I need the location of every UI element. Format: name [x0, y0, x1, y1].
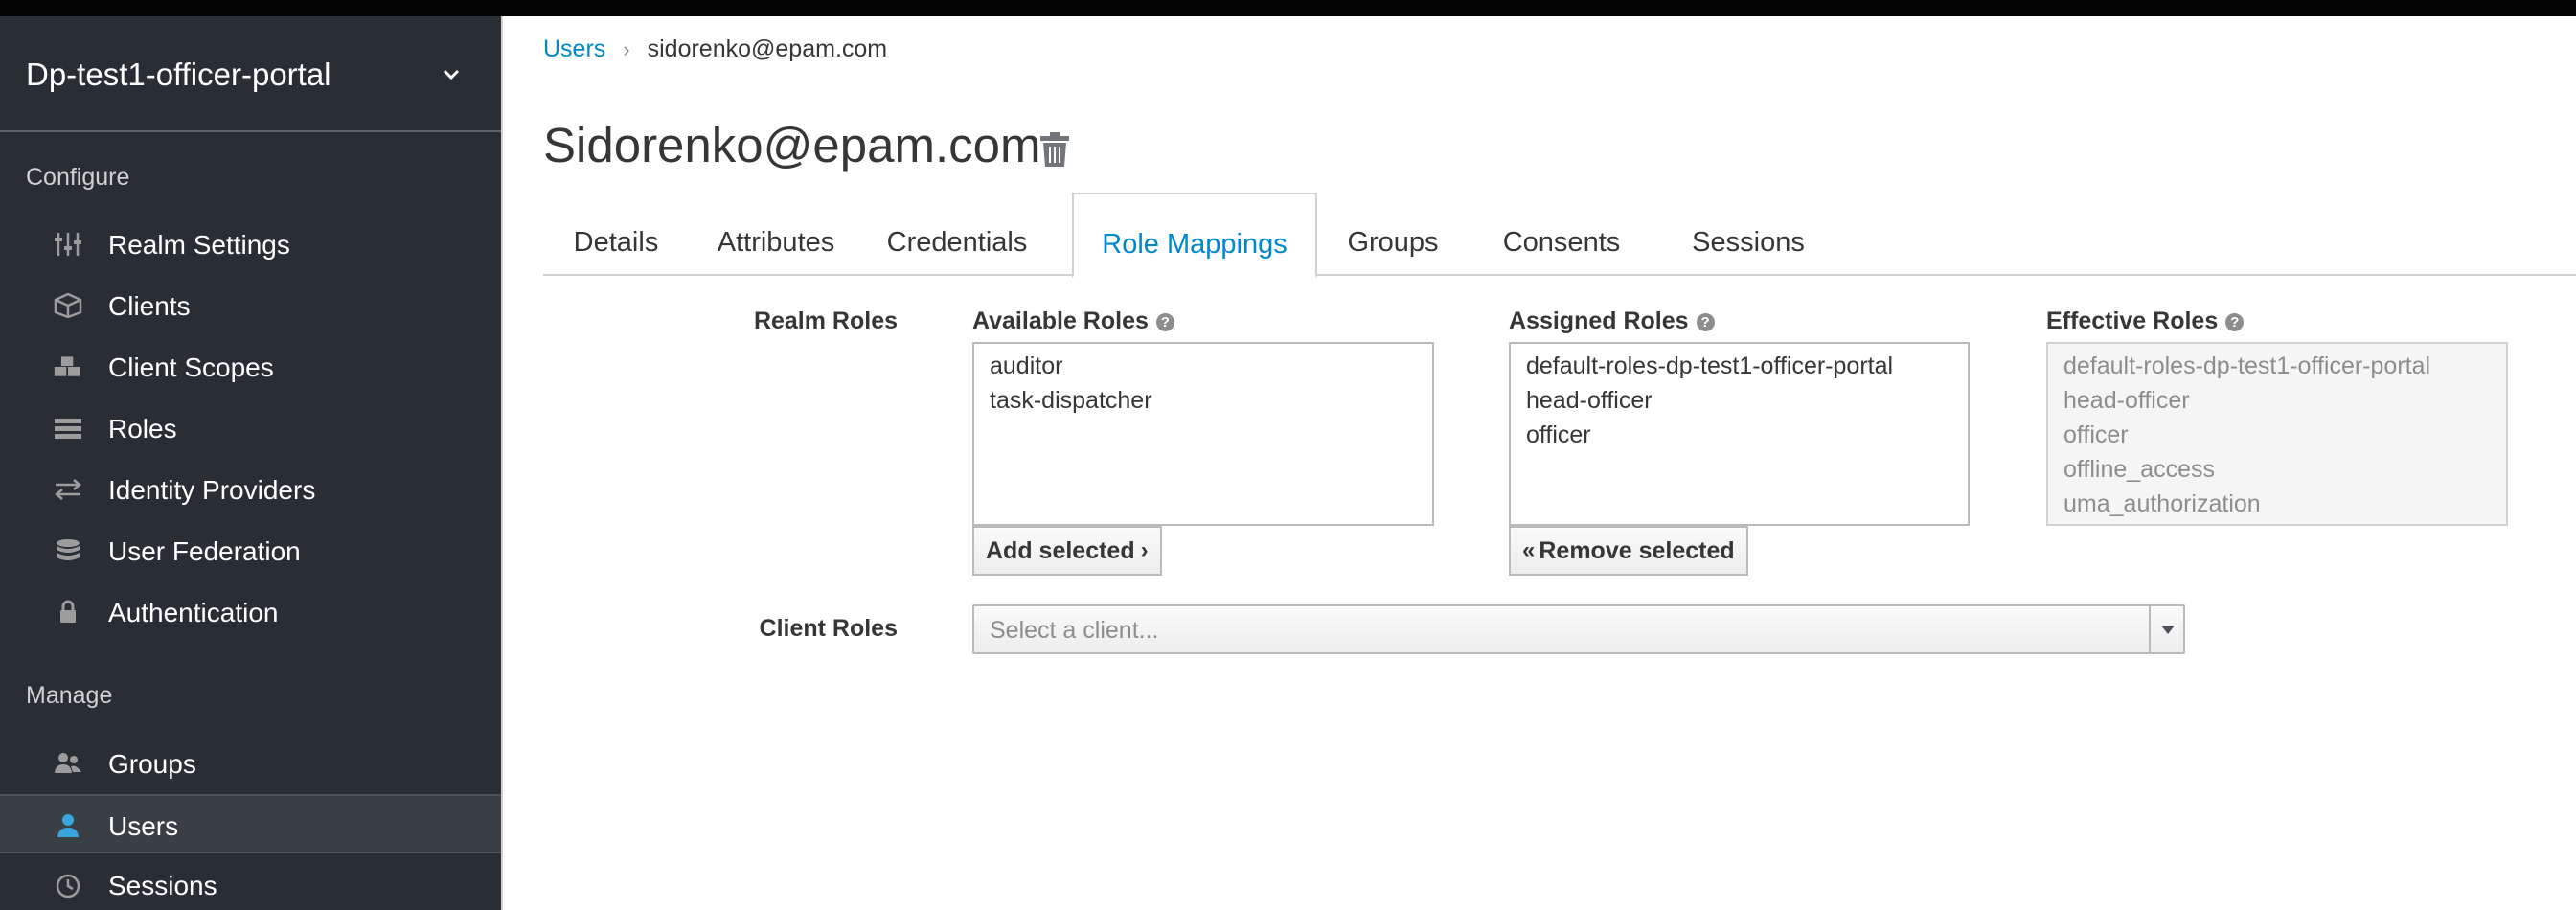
available-roles-label-text: Available Roles	[972, 307, 1149, 334]
tab-role-mappings[interactable]: Role Mappings	[1072, 193, 1317, 278]
realm-selector[interactable]: Dp-test1-officer-portal	[0, 16, 501, 132]
sidebar-item-label: Clients	[108, 291, 191, 321]
cube-icon	[54, 293, 82, 318]
sidebar-item-label: User Federation	[108, 536, 301, 566]
effective-roles-label-text: Effective Roles	[2046, 307, 2219, 334]
sidebar-item-roles[interactable]: Roles	[0, 398, 501, 458]
chevron-right-icon: ›	[623, 36, 630, 61]
tab-consents[interactable]: Consents	[1469, 193, 1654, 276]
sidebar-item-sessions[interactable]: Sessions	[0, 855, 501, 910]
configure-section-title: Configure	[26, 164, 130, 191]
sidebar-item-label: Users	[108, 811, 179, 841]
list-item[interactable]: task-dispatcher	[990, 383, 1417, 418]
sidebar-item-label: Groups	[108, 749, 196, 779]
clock-icon	[56, 874, 80, 898]
users-icon	[55, 753, 81, 773]
tab-details[interactable]: Details	[543, 193, 689, 276]
breadcrumb: Users › sidorenko@epam.com	[543, 35, 887, 63]
sidebar-item-user-federation[interactable]: User Federation	[0, 521, 501, 580]
list-item: default-roles-dp-test1-officer-portal	[2063, 353, 2431, 379]
lock-icon	[60, 600, 76, 623]
sidebar-item-identity-providers[interactable]: Identity Providers	[0, 460, 501, 519]
available-roles-list[interactable]: auditor task-dispatcher	[972, 342, 1434, 526]
sidebar-item-label: Roles	[108, 414, 177, 444]
user-icon	[57, 814, 79, 837]
effective-roles-label: Effective Roles?	[2046, 307, 2245, 335]
select-toggle[interactable]	[2149, 606, 2183, 652]
assigned-roles-list[interactable]: default-roles-dp-test1-officer-portal he…	[1509, 342, 1970, 526]
chevron-down-icon	[443, 69, 460, 80]
sidebar-item-clients[interactable]: Clients	[0, 276, 501, 335]
list-item[interactable]: auditor	[990, 349, 1417, 383]
manage-section-title: Manage	[26, 682, 113, 709]
list-icon	[55, 419, 81, 439]
tab-bar: Details Attributes Credentials Role Mapp…	[543, 193, 2576, 278]
sidebar-item-authentication[interactable]: Authentication	[0, 582, 501, 642]
list-item: offline_access	[2063, 456, 2215, 483]
page-title: Sidorenko@epam.com	[543, 118, 1041, 172]
available-roles-label: Available Roles?	[972, 307, 1174, 335]
client-roles-label: Client Roles	[759, 615, 898, 642]
exchange-icon	[55, 479, 81, 500]
remove-selected-label: Remove selected	[1539, 536, 1735, 564]
sidebar-item-realm-settings[interactable]: Realm Settings	[0, 215, 501, 274]
cubes-icon	[54, 356, 80, 376]
sidebar-item-label: Sessions	[108, 871, 217, 900]
add-selected-label: Add selected	[986, 536, 1135, 564]
sidebar-item-label: Authentication	[108, 598, 279, 627]
sidebar-item-client-scopes[interactable]: Client Scopes	[0, 337, 501, 397]
tab-groups[interactable]: Groups	[1317, 193, 1469, 276]
tab-credentials[interactable]: Credentials	[863, 193, 1051, 276]
caret-down-icon	[2161, 626, 2175, 634]
tab-attributes[interactable]: Attributes	[689, 193, 863, 276]
sidebar-item-label: Realm Settings	[108, 230, 290, 260]
sidebar-item-users[interactable]: Users	[0, 794, 501, 853]
double-chevron-left-icon: «	[1522, 537, 1536, 563]
help-icon[interactable]: ?	[1696, 313, 1715, 331]
realm-roles-label: Realm Roles	[753, 307, 898, 334]
list-item[interactable]: default-roles-dp-test1-officer-portal	[1526, 349, 1952, 383]
tab-sessions[interactable]: Sessions	[1654, 193, 1842, 276]
client-select-placeholder: Select a client...	[990, 617, 1159, 644]
breadcrumb-current: sidorenko@epam.com	[647, 35, 888, 62]
sidebar-item-label: Client Scopes	[108, 353, 274, 382]
help-icon[interactable]: ?	[2225, 313, 2245, 331]
top-bar	[0, 0, 2576, 16]
chevron-right-icon: ›	[1140, 537, 1149, 563]
help-icon[interactable]: ?	[1155, 313, 1174, 331]
list-item: head-officer	[2063, 387, 2190, 414]
assigned-roles-label-text: Assigned Roles	[1509, 307, 1689, 334]
sidebar-item-label: Identity Providers	[108, 475, 316, 505]
add-selected-button[interactable]: Add selected ›	[972, 526, 1162, 576]
list-item: officer	[2063, 421, 2129, 448]
sliders-icon	[55, 233, 81, 256]
sidebar: Dp-test1-officer-portal Configure Realm …	[0, 16, 501, 910]
trash-icon[interactable]	[1039, 131, 1070, 168]
sidebar-item-groups[interactable]: Groups	[0, 734, 501, 793]
assigned-roles-label: Assigned Roles?	[1509, 307, 1715, 335]
effective-roles-list: default-roles-dp-test1-officer-portal he…	[2046, 342, 2508, 526]
database-icon	[57, 539, 80, 560]
list-item[interactable]: officer	[1526, 418, 1952, 452]
main-content: Users › sidorenko@epam.com Sidorenko@epa…	[501, 16, 2576, 910]
remove-selected-button[interactable]: «Remove selected	[1509, 526, 1748, 576]
breadcrumb-users-link[interactable]: Users	[543, 35, 605, 63]
list-item: uma_authorization	[2063, 490, 2261, 517]
list-item[interactable]: head-officer	[1526, 383, 1952, 418]
client-select[interactable]: Select a client...	[972, 604, 2185, 654]
realm-name: Dp-test1-officer-portal	[26, 57, 331, 92]
